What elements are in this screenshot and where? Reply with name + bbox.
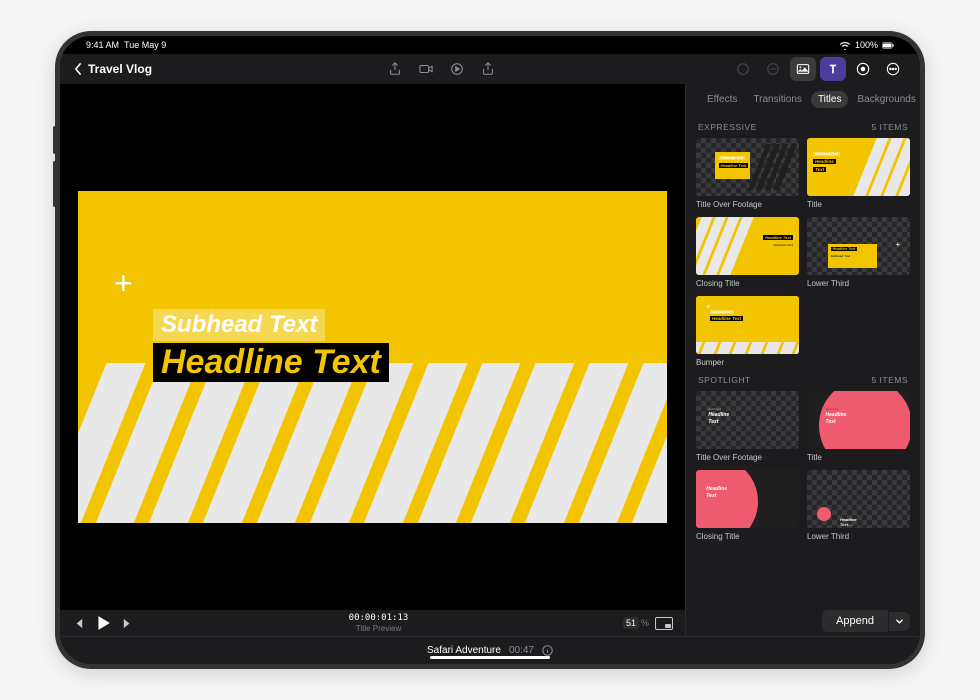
tool-button-2[interactable] [760, 57, 786, 81]
spotlight-thumb-title[interactable]: Subhead Text Headline Text Title [807, 391, 910, 462]
timecode-display: 00:00:01:13 [349, 613, 409, 624]
title-thumb-title-over-footage[interactable]: Subhead Text Headline Text Title Over Fo… [696, 138, 799, 209]
section-title-expressive: EXPRESSIVE [698, 122, 757, 132]
ipad-frame: 9:41 AM Tue May 9 100% Travel Vlog + [55, 31, 925, 669]
browser-panel: Effects Transitions Titles Backgrounds E… [685, 84, 920, 636]
battery-percent: 100% [855, 40, 878, 50]
export-button[interactable] [382, 57, 408, 81]
title-thumb-lower-third[interactable]: Headline Text Subhead Text + Lower Third [807, 217, 910, 288]
inspector-button[interactable] [850, 57, 876, 81]
screen: 9:41 AM Tue May 9 100% Travel Vlog + [60, 36, 920, 664]
main-area: + Subhead Text Headline Text 00:00:01:13… [60, 84, 920, 636]
section-count-expressive: 5 Items [871, 122, 908, 132]
append-dropdown[interactable] [889, 612, 910, 631]
prev-frame-button[interactable] [72, 617, 85, 630]
status-time: 9:41 AM Tue May 9 [86, 40, 166, 50]
section-title-spotlight: SPOTLIGHT [698, 375, 751, 385]
plus-ornament: + [114, 267, 133, 299]
wifi-icon [839, 41, 851, 50]
back-button[interactable]: Travel Vlog [74, 62, 152, 76]
panel-footer: Append [686, 606, 920, 636]
tab-backgrounds[interactable]: Backgrounds [850, 91, 920, 108]
battery-icon [882, 41, 894, 50]
chevron-left-icon [74, 63, 82, 75]
tab-effects[interactable]: Effects [700, 91, 744, 108]
title-thumb-closing-title[interactable]: Headline Text Subhead Text Closing Title [696, 217, 799, 288]
more-button[interactable] [880, 57, 906, 81]
project-name: Safari Adventure [427, 645, 501, 656]
headline-text[interactable]: Headline Text [153, 343, 389, 382]
info-icon[interactable] [542, 645, 553, 656]
voiceover-button[interactable] [444, 57, 470, 81]
bottom-bar: Safari Adventure 00:47 [60, 636, 920, 664]
spotlight-thumb-title-over-footage[interactable]: Subhead Text Headline Text Title Over Fo… [696, 391, 799, 462]
tab-titles[interactable]: Titles [811, 91, 849, 108]
app-header: Travel Vlog [60, 54, 920, 84]
title-thumb-bumper[interactable]: + Subhead Text Headline Text Bumper [696, 296, 799, 367]
tab-transitions[interactable]: Transitions [746, 91, 809, 108]
section-count-spotlight: 5 Items [871, 375, 908, 385]
titles-browser[interactable]: EXPRESSIVE 5 Items Subhead Text Headline … [686, 114, 920, 606]
tool-button-1[interactable] [730, 57, 756, 81]
titles-browser-button[interactable] [820, 57, 846, 81]
spotlight-thumb-closing-title[interactable]: Headline Text Closing Title [696, 470, 799, 541]
spotlight-thumb-lower-third[interactable]: Headline Text Subhead Text Lower Third [807, 470, 910, 541]
zoom-control[interactable]: 51% [623, 617, 649, 629]
panel-tabs: Effects Transitions Titles Backgrounds [686, 84, 920, 114]
title-thumb-title[interactable]: Subhead Text Headline Text Title [807, 138, 910, 209]
preview-canvas[interactable]: + Subhead Text Headline Text [78, 191, 667, 522]
share-button[interactable] [475, 57, 501, 81]
status-bar: 9:41 AM Tue May 9 100% [60, 36, 920, 54]
view-options-button[interactable] [655, 617, 673, 630]
project-title: Travel Vlog [88, 62, 152, 76]
subhead-text[interactable]: Subhead Text [153, 309, 325, 341]
home-indicator[interactable] [430, 656, 550, 660]
transport-bar: 00:00:01:13 Title Preview 51% [60, 610, 685, 636]
stripe-graphic [78, 363, 667, 523]
timecode-label: Title Preview [356, 624, 402, 634]
canvas-area: + Subhead Text Headline Text 00:00:01:13… [60, 84, 685, 636]
next-frame-button[interactable] [121, 617, 134, 630]
project-duration: 00:47 [509, 645, 534, 656]
append-button[interactable]: Append [822, 610, 888, 632]
play-button[interactable] [95, 615, 111, 631]
media-library-button[interactable] [790, 57, 816, 81]
camera-button[interactable] [413, 57, 439, 81]
